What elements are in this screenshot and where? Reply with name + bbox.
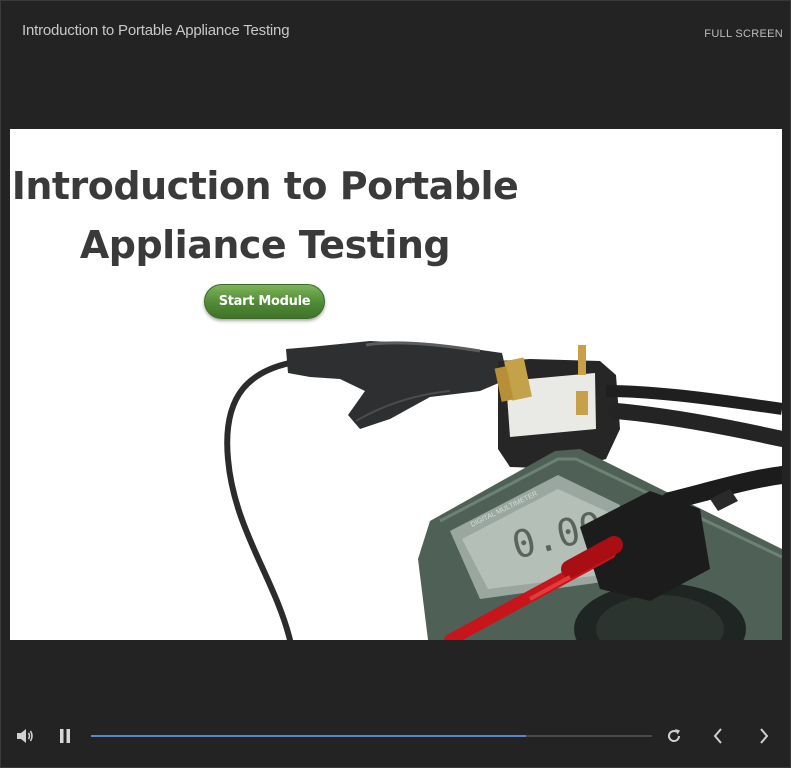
progress-bar[interactable] <box>91 735 652 737</box>
next-icon[interactable] <box>758 727 770 745</box>
full-screen-button[interactable]: FULL SCREEN <box>704 28 783 40</box>
pause-icon[interactable] <box>59 728 71 744</box>
previous-icon[interactable] <box>712 727 724 745</box>
slide-title: Introduction to Portable Appliance Testi… <box>10 157 520 275</box>
top-bar: Introduction to Portable Appliance Testi… <box>1 1 790 61</box>
progress-bar-fill <box>91 735 526 737</box>
slide-title-line-2: Appliance Testing <box>79 223 451 267</box>
replay-icon[interactable] <box>666 728 682 744</box>
course-title: Introduction to Portable Appliance Testi… <box>22 22 290 39</box>
slide-title-line-1: Introduction to Portable <box>11 164 519 208</box>
start-module-button[interactable]: Start Module <box>204 284 325 319</box>
volume-icon[interactable] <box>16 728 34 744</box>
slide-canvas: 0.00 DIGITAL MULTIMETER Introduction to … <box>10 129 782 640</box>
playback-controls <box>1 719 790 755</box>
course-player: Introduction to Portable Appliance Testi… <box>0 0 791 768</box>
